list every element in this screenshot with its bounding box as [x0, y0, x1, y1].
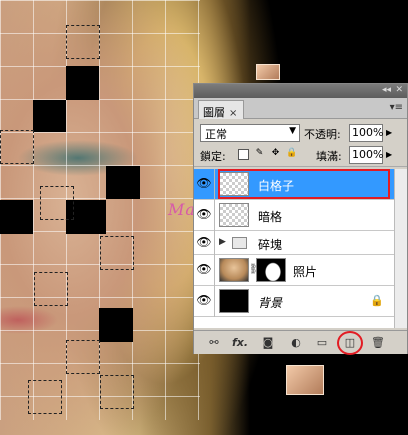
layer-name: 背景: [258, 296, 283, 310]
lock-all-icon[interactable]: 🔒: [286, 149, 297, 160]
tab-label: 圖層: [203, 106, 225, 119]
tab-row: 圖層 × ▾≡: [194, 98, 407, 119]
blend-row: 正常 ▼ 不透明: 100% ▶: [194, 119, 407, 145]
eye-icon[interactable]: 👁: [196, 262, 212, 278]
lock-row: 鎖定: ✎ ✥ 🔒 填滿: 100% ▶: [194, 145, 407, 167]
dashed-square: [66, 25, 100, 59]
mask-icon[interactable]: ◙: [260, 335, 276, 351]
tab-layers[interactable]: 圖層 ×: [198, 100, 244, 119]
lock-icon: 🔒: [370, 294, 384, 307]
layer-name: 暗格: [258, 210, 283, 224]
link-layers-icon[interactable]: ⚯: [206, 335, 222, 351]
eye-icon[interactable]: 👁: [196, 235, 212, 251]
dark-block: [66, 66, 99, 100]
dashed-square: [100, 236, 134, 270]
eye-icon[interactable]: 👁: [196, 293, 212, 309]
lock-transparency-icon[interactable]: [238, 149, 249, 160]
dashed-square: [0, 130, 34, 164]
floating-chip: [256, 64, 280, 80]
layer-row[interactable]: 👁 暗格: [194, 200, 394, 231]
layers-panel: ◂◂ ✕ 圖層 × ▾≡ 正常 ▼ 不透明: 100% ▶ 鎖定: ✎ ✥ 🔒 填…: [193, 83, 408, 355]
panel-titlebar[interactable]: ◂◂ ✕: [194, 84, 407, 98]
dark-block: [0, 200, 33, 234]
fill-label: 填滿:: [316, 150, 342, 163]
blend-mode-select[interactable]: 正常 ▼: [200, 124, 300, 142]
close-panel-icon[interactable]: ✕: [395, 85, 403, 95]
folder-icon[interactable]: ▭: [314, 335, 330, 351]
dashed-square: [28, 380, 62, 414]
lock-move-icon[interactable]: ✥: [270, 149, 281, 160]
adjustment-icon[interactable]: ◐: [288, 335, 304, 351]
dark-block: [99, 308, 133, 342]
highlight-box: [218, 169, 390, 199]
layer-row[interactable]: 👁 ⛓ 照片: [194, 255, 394, 286]
panel-bottom-toolbar: ⚯ fx. ◙ ◐ ▭ ◫ 🗑: [194, 330, 407, 355]
fx-icon[interactable]: fx.: [232, 335, 248, 351]
highlight-circle: [337, 331, 363, 355]
layer-group-row[interactable]: 👁 ▶ 碎塊: [194, 231, 394, 255]
dashed-square: [34, 272, 68, 306]
layers-scrollbar[interactable]: [394, 169, 407, 328]
lock-label: 鎖定:: [200, 150, 226, 163]
panel-menu-icon[interactable]: ▾≡: [390, 102, 403, 113]
floating-chip: [286, 365, 324, 395]
expand-arrow-icon[interactable]: ▶: [219, 237, 226, 247]
dashed-square: [66, 340, 100, 374]
dark-block: [106, 166, 140, 199]
dashed-square: [100, 375, 134, 409]
layer-row[interactable]: 👁 背景 🔒: [194, 286, 394, 317]
tab-close-icon[interactable]: ×: [229, 108, 237, 119]
dropdown-arrow-icon: ▼: [289, 126, 296, 136]
trash-icon[interactable]: 🗑: [370, 335, 386, 351]
fill-input[interactable]: 100%: [349, 146, 383, 164]
opacity-label: 不透明:: [304, 128, 341, 141]
layer-name: 照片: [293, 265, 318, 279]
eye-icon[interactable]: 👁: [196, 176, 212, 192]
opacity-input[interactable]: 100%: [349, 124, 383, 142]
layer-name: 碎塊: [258, 238, 283, 252]
opacity-arrow-icon[interactable]: ▶: [386, 128, 392, 137]
dashed-square: [40, 186, 74, 220]
layer-thumbnail: [219, 289, 249, 313]
blend-mode-value: 正常: [205, 128, 227, 141]
layer-thumbnail: [219, 258, 249, 282]
layer-thumbnail: [219, 203, 249, 227]
layer-mask-thumbnail: [256, 258, 286, 282]
fill-arrow-icon[interactable]: ▶: [386, 150, 392, 159]
dark-block: [33, 100, 66, 132]
collapse-icon[interactable]: ◂◂: [382, 85, 391, 95]
eye-icon[interactable]: 👁: [196, 207, 212, 223]
lock-paint-icon[interactable]: ✎: [254, 149, 265, 160]
folder-icon: [232, 237, 247, 249]
